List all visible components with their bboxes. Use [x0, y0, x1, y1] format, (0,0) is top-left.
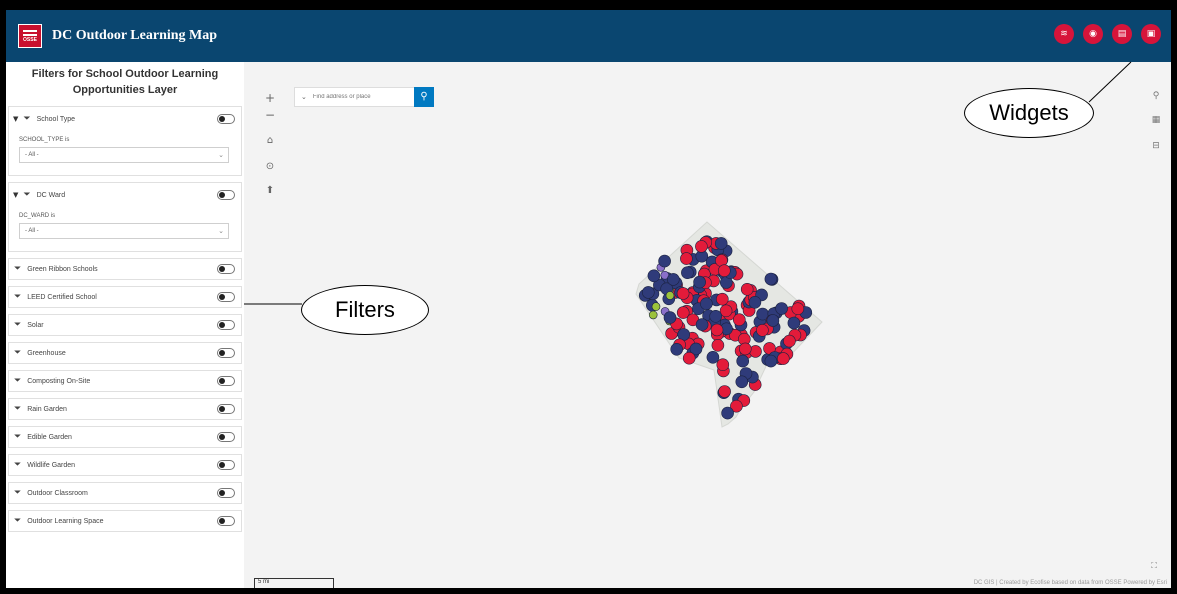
app-frame: OSSE DC Outdoor Learning Map ≋ ◉ ▤ ▣ Filter…: [0, 0, 1177, 594]
widgets-callout: Widgets: [964, 88, 1094, 138]
widgets-leader-line: [1088, 61, 1132, 103]
filters-callout: Filters: [301, 285, 429, 335]
